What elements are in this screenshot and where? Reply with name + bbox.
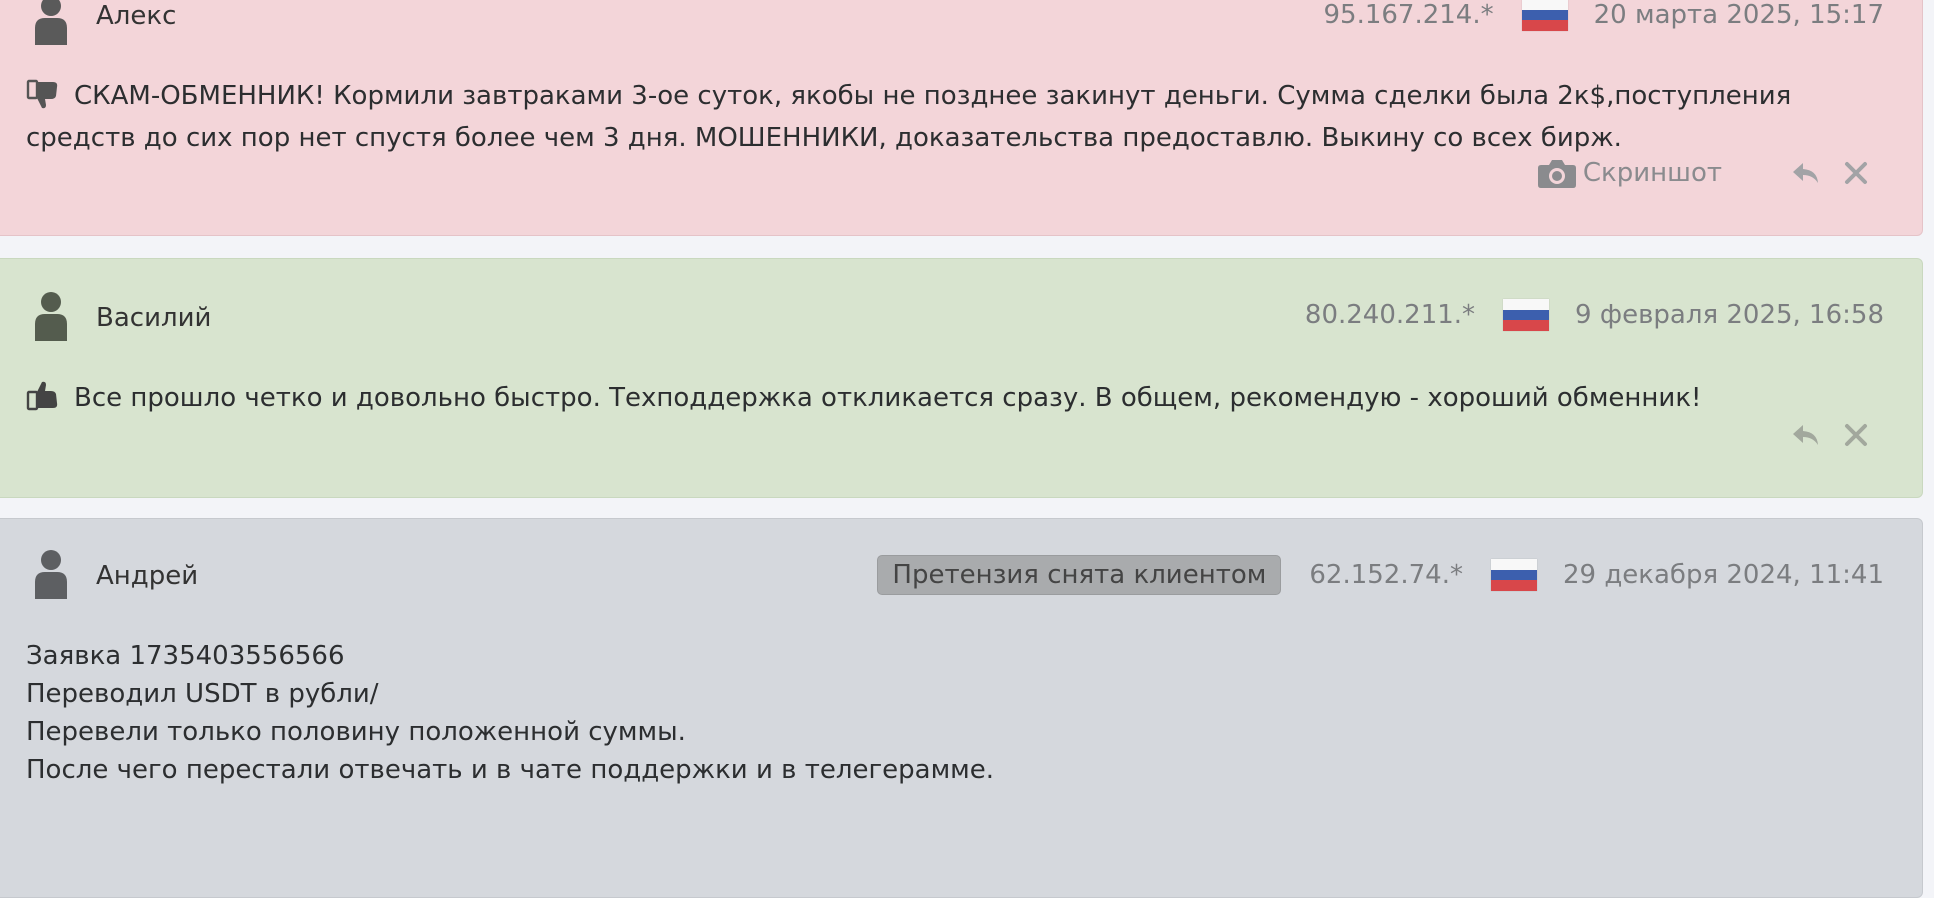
review-body: Все прошло четко и довольно быстро. Техп… xyxy=(26,377,1812,419)
thumbs-down-icon xyxy=(26,78,62,110)
review-author: Андрей xyxy=(96,561,199,591)
review-date: 9 февраля 2025, 16:58 xyxy=(1575,300,1884,330)
review-card-positive: Василий 80.240.211.* 9 февраля 2025, 16:… xyxy=(0,258,1923,498)
review-line: Переводил USDT в рубли/ xyxy=(26,679,379,709)
review-text: СКАМ-ОБМЕННИК! Кормили завтраками 3-ое с… xyxy=(26,81,1792,153)
reply-icon[interactable] xyxy=(1790,157,1822,189)
review-ip: 62.152.74.* xyxy=(1309,560,1463,590)
screenshot-link[interactable]: Скриншот xyxy=(1537,157,1722,189)
review-body: СКАМ-ОБМЕННИК! Кормили завтраками 3-ое с… xyxy=(26,75,1812,159)
review-ip: 95.167.214.* xyxy=(1323,0,1494,30)
user-avatar-icon xyxy=(32,549,70,599)
camera-icon xyxy=(1537,160,1576,188)
review-line: После чего перестали отвечать и в чате п… xyxy=(26,755,995,785)
review-card-negative: Алекс 95.167.214.* 20 марта 2025, 15:17 … xyxy=(0,0,1923,236)
review-author: Василий xyxy=(96,303,212,333)
user-avatar-icon xyxy=(32,291,70,341)
review-body: Заявка 1735403556566 Переводил USDT в ру… xyxy=(26,637,1812,789)
user-avatar-icon xyxy=(32,0,70,45)
review-line: Заявка 1735403556566 xyxy=(26,641,345,671)
review-author: Алекс xyxy=(96,1,177,31)
close-icon[interactable] xyxy=(1840,157,1872,189)
thumbs-up-icon xyxy=(26,380,62,412)
russia-flag-icon xyxy=(1521,0,1568,32)
review-ip: 80.240.211.* xyxy=(1304,300,1476,330)
review-date: 29 декабря 2024, 11:41 xyxy=(1562,560,1884,590)
status-badge: Претензия снята клиентом xyxy=(877,555,1282,595)
close-icon[interactable] xyxy=(1840,419,1872,451)
reply-icon[interactable] xyxy=(1790,419,1822,451)
review-line: Перевели только половину положенной сумм… xyxy=(26,717,686,747)
review-card-neutral: Андрей Претензия снята клиентом 62.152.7… xyxy=(0,518,1923,898)
russia-flag-icon xyxy=(1503,299,1550,332)
review-text: Все прошло четко и довольно быстро. Техп… xyxy=(74,383,1702,413)
review-date: 20 марта 2025, 15:17 xyxy=(1593,0,1884,30)
screenshot-label: Скриншот xyxy=(1582,158,1722,188)
russia-flag-icon xyxy=(1490,559,1537,592)
